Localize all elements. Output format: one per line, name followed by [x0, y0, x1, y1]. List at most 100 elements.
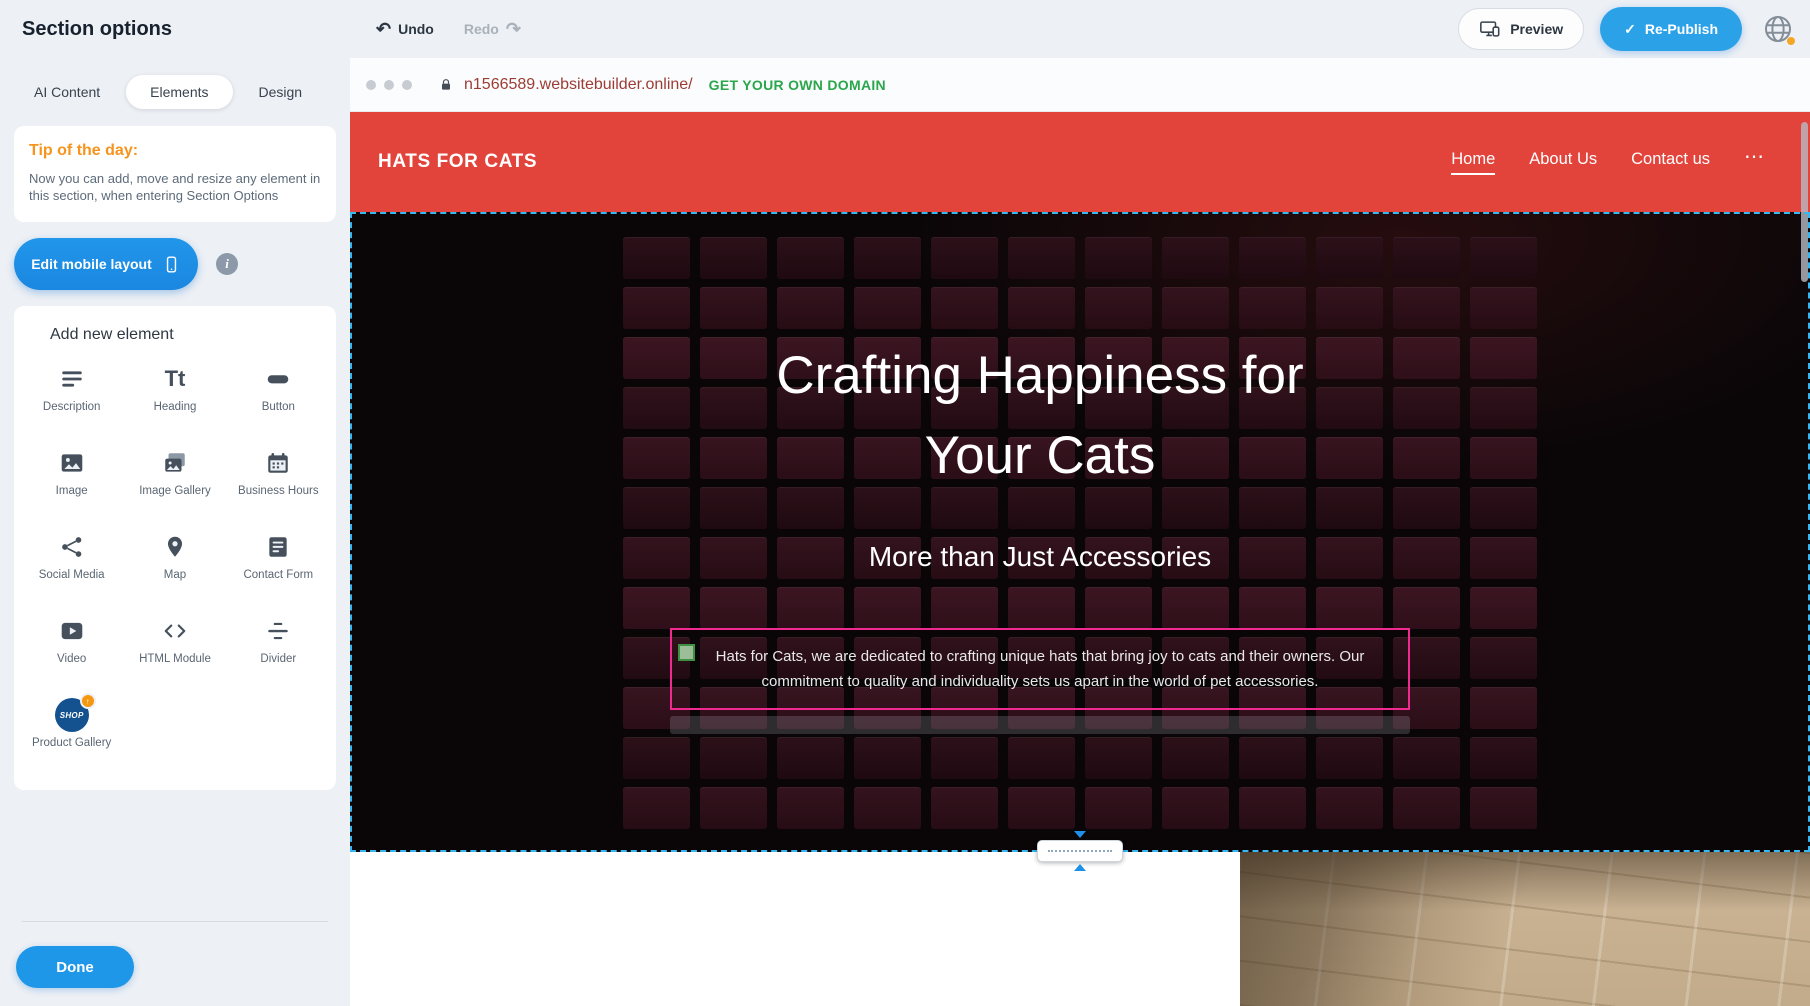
preview-button[interactable]: Preview: [1458, 8, 1584, 50]
element-contact-form[interactable]: Contact Form: [227, 524, 330, 608]
edit-mobile-row: Edit mobile layout i: [14, 238, 336, 290]
hero-subheading[interactable]: More than Just Accessories: [350, 540, 1730, 574]
element-video[interactable]: Video: [20, 608, 123, 692]
element-label: Map: [164, 569, 186, 582]
redo-icon: ↷: [506, 20, 521, 38]
element-label: Business Hours: [238, 485, 319, 498]
resize-pill: [1037, 840, 1123, 862]
product-gallery-icon: SHOP↑: [55, 700, 89, 730]
button-icon: [265, 364, 291, 394]
paragraph-element[interactable]: Hats for Cats, we are dedicated to craft…: [670, 628, 1410, 710]
preview-devices-icon: [1479, 18, 1501, 40]
page-title: Section options: [22, 18, 362, 41]
element-html-module[interactable]: HTML Module: [123, 608, 226, 692]
map-icon: [162, 532, 188, 562]
element-drag-handle[interactable]: [678, 644, 695, 661]
element-business-hours[interactable]: Business Hours: [227, 440, 330, 524]
element-label: Contact Form: [243, 569, 313, 582]
element-label: Image: [56, 485, 88, 498]
element-image[interactable]: Image: [20, 440, 123, 524]
business-hours-icon: [265, 448, 291, 478]
tab-ai-content[interactable]: AI Content: [34, 84, 100, 100]
sidebar-tabs: AI Content Elements Design: [14, 74, 336, 110]
undo-button[interactable]: ↶ Undo: [376, 20, 434, 38]
add-new-element-heading: Add new element: [20, 326, 330, 344]
notification-dot: [1787, 37, 1795, 45]
nav-item-home[interactable]: Home: [1451, 150, 1495, 175]
element-map[interactable]: Map: [123, 524, 226, 608]
redo-button[interactable]: Redo ↷: [464, 20, 521, 38]
floor-photo: [1240, 852, 1810, 1006]
republish-button[interactable]: ✓ Re-Publish: [1600, 7, 1742, 51]
section-resize-handle[interactable]: [1037, 831, 1123, 871]
scrollbar-thumb[interactable]: [1801, 122, 1808, 282]
edit-mobile-layout-button[interactable]: Edit mobile layout: [14, 238, 198, 290]
element-description[interactable]: Description: [20, 356, 123, 440]
undo-icon: ↶: [376, 20, 391, 38]
element-image-gallery[interactable]: Image Gallery: [123, 440, 226, 524]
element-label: Heading: [154, 401, 197, 414]
element-label: Description: [43, 401, 101, 414]
element-social-media[interactable]: Social Media: [20, 524, 123, 608]
video-icon: [59, 616, 85, 646]
browser-bar: n1566589.websitebuilder.online/ GET YOUR…: [350, 58, 1810, 112]
element-label: Social Media: [39, 569, 105, 582]
preview-label: Preview: [1510, 21, 1563, 37]
info-icon[interactable]: i: [216, 253, 238, 275]
element-grid: Description TtHeading Button Image Image Gal…: [20, 356, 330, 776]
tip-body: Now you can add, move and resize any ele…: [29, 170, 321, 204]
add-element-panel: Add new element Description TtHeading Butt…: [14, 306, 336, 790]
builder-canvas: n1566589.websitebuilder.online/ GET YOUR…: [350, 58, 1810, 1006]
site-preview: HATS FOR CATS Home About Us Contact us ⋯ Cr…: [350, 112, 1810, 1006]
element-label: Video: [57, 653, 86, 666]
image-gallery-icon: [162, 448, 188, 478]
topbar: Section options ↶ Undo Redo ↷ P: [0, 0, 1810, 58]
republish-label: Re-Publish: [1645, 21, 1718, 37]
paragraph-text: Hats for Cats, we are dedicated to craft…: [690, 644, 1390, 694]
site-url[interactable]: n1566589.websitebuilder.online/: [464, 76, 693, 94]
element-product-gallery[interactable]: SHOP↑ Product Gallery: [20, 692, 123, 776]
hero-section[interactable]: Crafting Happiness for Your Cats More th…: [350, 212, 1810, 852]
tip-title: Tip of the day:: [29, 142, 321, 160]
phone-icon: [162, 255, 181, 274]
sidebar-divider: [22, 921, 328, 922]
window-dots: [366, 80, 420, 90]
element-heading[interactable]: TtHeading: [123, 356, 226, 440]
lock-icon: [438, 77, 454, 93]
check-icon: ✓: [1624, 21, 1636, 38]
resize-arrow-down-icon: [1074, 831, 1086, 838]
history-controls: ↶ Undo Redo ↷: [376, 20, 521, 38]
site-logo[interactable]: HATS FOR CATS: [378, 151, 537, 173]
edit-mobile-label: Edit mobile layout: [31, 256, 152, 272]
redo-label: Redo: [464, 21, 499, 37]
hero-heading[interactable]: Crafting Happiness for Your Cats: [720, 336, 1360, 496]
undo-label: Undo: [398, 21, 434, 37]
contact-form-icon: [265, 532, 291, 562]
nav-more-button[interactable]: ⋯: [1744, 144, 1766, 181]
tab-design[interactable]: Design: [259, 84, 303, 100]
get-domain-link[interactable]: GET YOUR OWN DOMAIN: [709, 77, 886, 93]
tip-card: Tip of the day: Now you can add, move an…: [14, 126, 336, 222]
done-button[interactable]: Done: [16, 946, 134, 988]
element-label: Button: [262, 401, 295, 414]
image-icon: [59, 448, 85, 478]
divider-icon: [265, 616, 291, 646]
nav-item-contact-us[interactable]: Contact us: [1631, 150, 1710, 175]
element-label: HTML Module: [139, 653, 211, 666]
element-button[interactable]: Button: [227, 356, 330, 440]
element-label: Image Gallery: [139, 485, 211, 498]
tab-elements[interactable]: Elements: [126, 75, 232, 109]
element-label: Product Gallery: [32, 737, 111, 750]
next-section[interactable]: [350, 852, 1810, 1006]
app-root: Section options ↶ Undo Redo ↷ P: [0, 0, 1810, 1006]
site-nav: Home About Us Contact us ⋯: [1451, 144, 1766, 181]
description-icon: [59, 364, 85, 394]
language-button[interactable]: [1758, 9, 1798, 49]
element-divider[interactable]: Divider: [227, 608, 330, 692]
site-header: HATS FOR CATS Home About Us Contact us ⋯: [350, 112, 1810, 212]
element-label: Divider: [260, 653, 296, 666]
sidebar-footer: Done: [14, 921, 336, 992]
nav-item-about-us[interactable]: About Us: [1529, 150, 1597, 175]
element-ghost-bar: [670, 716, 1410, 734]
sidebar: AI Content Elements Design Tip of the day:…: [0, 58, 350, 1006]
